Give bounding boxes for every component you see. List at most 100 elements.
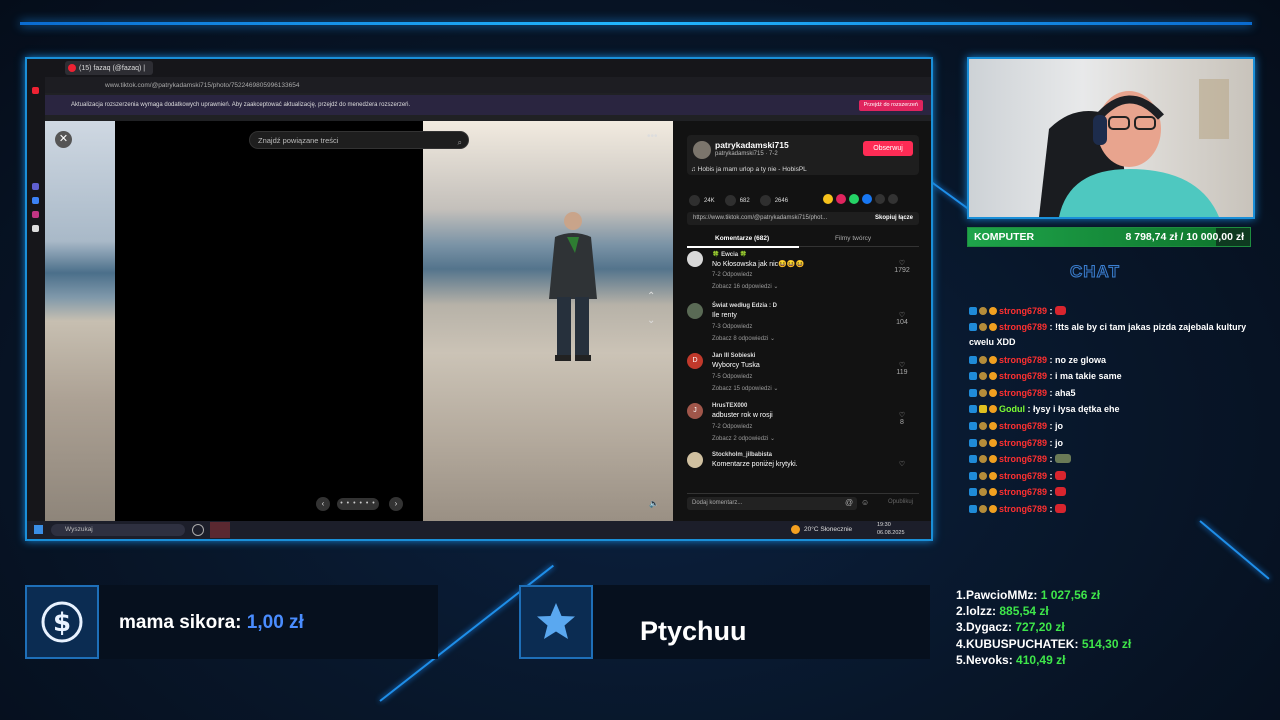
chat-message: strong6789 : [969,451,1259,468]
windows-start-icon[interactable] [34,525,43,534]
view-replies-link[interactable]: Zobacz 15 odpowiedzi ⌄ [712,385,778,392]
share-icon[interactable] [823,194,834,204]
commenter-avatar[interactable] [687,452,703,468]
comment-like[interactable]: ♡ 8 [891,411,913,426]
chat-username[interactable]: strong6789 [999,306,1047,316]
chat-username[interactable]: Godul [999,404,1025,414]
opera-taskbar-icon[interactable] [210,522,230,538]
chat-message: strong6789 : i ma takie same [969,368,1259,385]
clock-date[interactable]: 06.08.2025 [877,530,905,536]
whatsapp-icon[interactable] [849,194,860,204]
chevron-up-icon[interactable]: ⌃ [647,291,655,302]
last-tip: mama sikora: 1,00 zł [119,612,304,634]
comment-like[interactable]: ♡ [891,460,913,468]
browser-tab[interactable]: (15) fazaq (@fazaq) | [65,61,153,75]
comment-meta[interactable]: 7-3 Odpowiedz [712,324,752,330]
prime-badge-icon [969,421,977,430]
next-photo-button[interactable]: › [389,497,403,511]
follow-button[interactable]: Obserwuj [863,141,913,156]
extensions-button[interactable]: Przejdź do rozszerzeń [858,100,923,111]
more-icon[interactable]: ••• [647,131,658,142]
chat-username[interactable]: strong6789 [999,454,1047,464]
mention-icon[interactable]: @ [845,498,853,507]
comment-button[interactable]: 682 [724,194,750,206]
clock-time[interactable]: 19:30 [877,522,891,528]
commenter-avatar[interactable]: D [687,353,703,369]
forward-icon[interactable] [888,194,899,204]
weather-text[interactable]: 20°C Słonecznie [804,526,852,533]
instagram-icon[interactable] [32,211,39,218]
donor-amount: 514,30 zł [1081,636,1132,651]
comment-meta[interactable]: 7-2 Odpowiedz [712,272,752,278]
chevron-down-icon[interactable]: ⌄ [647,315,655,326]
chat-username[interactable]: strong6789 [999,438,1047,448]
comment-meta[interactable]: 7-5 Odpowiedz [712,374,752,380]
send-icon[interactable] [836,194,847,204]
music-link[interactable]: ♫ Hobis ja mam urlop a ty nie - HobisPL [691,166,807,173]
save-button[interactable]: 2646 [759,194,788,206]
commenter-name[interactable]: Jan III Sobieski [712,353,755,359]
view-replies-link[interactable]: Zobacz 2 odpowiedzi ⌄ [712,435,775,442]
address-bar[interactable]: www.tiktok.com/@patrykadamski715/photo/7… [45,77,931,93]
related-search-input[interactable]: Znajdź powiązane treści ⌕ [249,131,469,149]
chat-username[interactable]: strong6789 [999,355,1047,365]
opera-icon[interactable] [32,87,39,94]
author-name[interactable]: patrykadamski715 [715,140,789,150]
person-photo [549,212,597,361]
commenter-avatar[interactable] [687,303,703,319]
comment-text: adbuster rok w rosji [712,412,773,419]
tab-creator-videos[interactable]: Filmy twórcy [835,235,871,242]
view-replies-link[interactable]: Zobacz 16 odpowiedzi ⌄ [712,283,778,290]
chat-message: strong6789 : [969,484,1259,501]
sub-badge-icon [979,322,987,331]
star-icon [519,585,593,659]
like-button[interactable]: 24K [689,194,715,206]
post-comment-button[interactable]: Opublikuj [888,499,913,505]
chat-username[interactable]: strong6789 [999,371,1047,381]
volume-icon[interactable]: 🔈 [649,499,659,508]
chat-username[interactable]: strong6789 [999,322,1047,332]
search-icon[interactable]: ⌕ [458,134,462,151]
chat-username[interactable]: strong6789 [999,504,1047,514]
tab-comments[interactable]: Komentarze (682) [686,235,800,248]
overlay-top-line [20,22,1252,25]
taskbar-search[interactable]: Wyszukaj [51,524,185,536]
x-icon[interactable] [32,225,39,232]
commenter-name[interactable]: Stockholm_jilbabista [712,452,772,458]
chat-username[interactable]: strong6789 [999,471,1047,481]
post-link[interactable]: https://www.tiktok.com/@patrykadamski715… [693,215,827,221]
weather-icon [791,525,800,534]
prime-badge-icon [969,455,977,464]
prev-photo-button[interactable]: ‹ [316,497,330,511]
facebook-icon[interactable] [862,194,873,204]
messenger-icon[interactable] [32,197,39,204]
comment-like-count: 119 [896,369,908,376]
comment-like[interactable]: ♡ 1792 [891,259,913,274]
x-icon[interactable] [875,194,886,204]
photo-dots: • • • • • • [337,498,379,510]
chat-username[interactable]: strong6789 [999,487,1047,497]
commenter-name[interactable]: HrusTEX000 [712,403,747,409]
chat-username[interactable]: strong6789 [999,421,1047,431]
view-replies-link[interactable]: Zobacz 8 odpowiedzi ⌄ [712,335,775,342]
goal-amount: 8 798,74 zł / 10 000,00 zł [1125,231,1244,243]
close-icon[interactable]: ✕ [55,131,72,148]
commenter-avatar[interactable]: J [687,403,703,419]
comment-meta[interactable]: 7-2 Odpowiedz [712,424,752,430]
app-icon[interactable] [192,524,204,536]
chat-message: strong6789 : jo [969,418,1259,435]
commenter-name[interactable]: 🍀 Ewcia 🍀 [712,251,747,258]
comment-input[interactable]: Dodaj komentarz... [687,497,857,510]
comment-like[interactable]: ♡ 119 [891,361,913,376]
comment-like[interactable]: ♡ 104 [891,311,913,326]
chat-text: : [1047,487,1056,498]
author-avatar[interactable] [693,141,711,159]
twitch-icon[interactable] [32,183,39,190]
chat-username[interactable]: strong6789 [999,388,1047,398]
commenter-avatar[interactable] [687,251,703,267]
commenter-name[interactable]: Świat według Edzia : D [712,303,777,309]
emoji-icon[interactable]: ☺ [861,498,869,507]
top-donors-list: 1.PawcioMMz: 1 027,56 zł 2.lolzz: 885,54 … [956,587,1131,668]
prime-badge-icon [969,438,977,447]
copy-link-button[interactable]: Skopiuj łącze [875,212,913,225]
